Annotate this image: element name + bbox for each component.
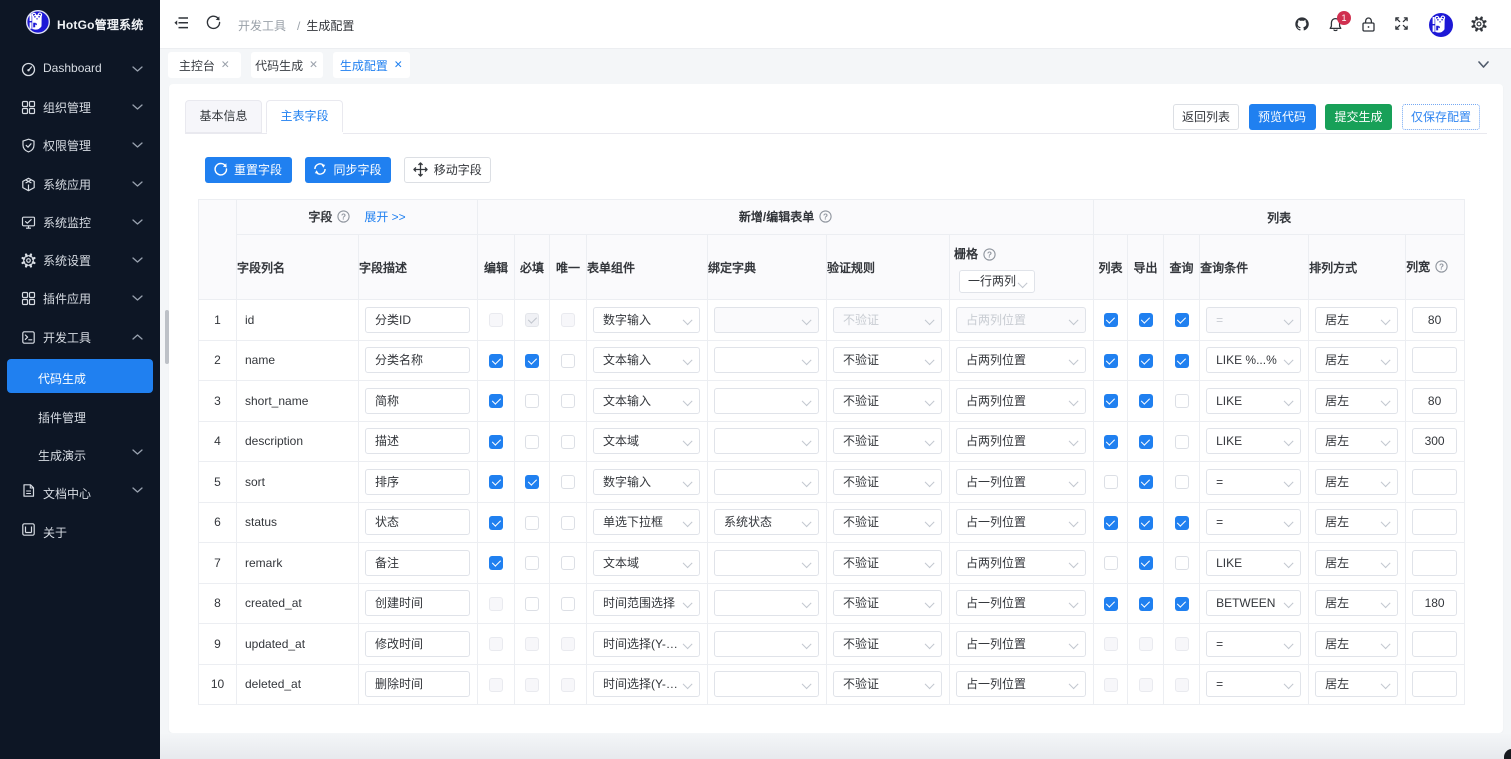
svg-text:?: ?	[823, 213, 828, 222]
svg-text:?: ?	[1439, 263, 1444, 272]
svg-text:?: ?	[987, 250, 992, 259]
svg-text:?: ?	[341, 213, 346, 222]
